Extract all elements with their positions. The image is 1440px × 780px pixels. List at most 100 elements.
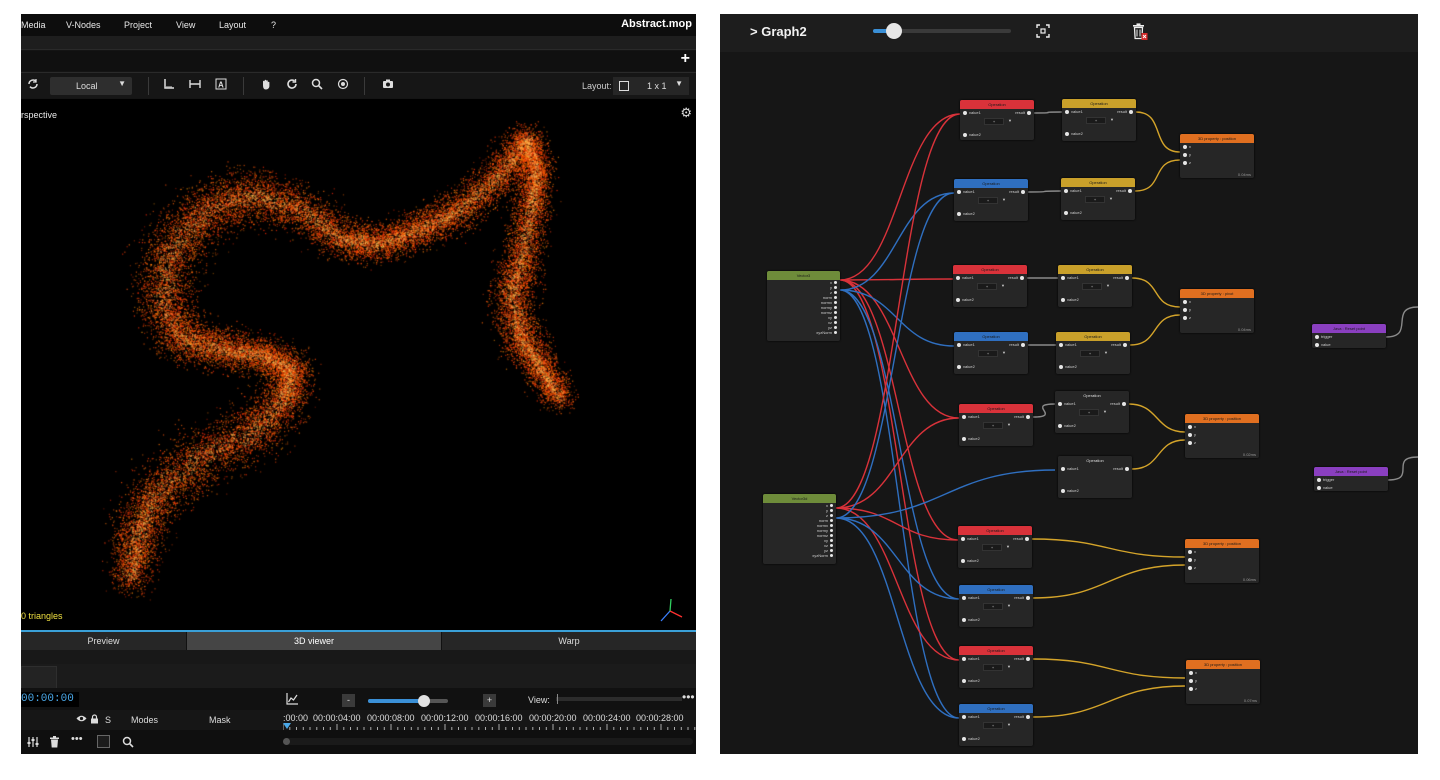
input-port[interactable] xyxy=(961,558,965,563)
input-port[interactable] xyxy=(962,436,966,441)
lock-icon[interactable] xyxy=(90,714,99,726)
input-port[interactable] xyxy=(834,296,837,300)
operator-select[interactable]: + xyxy=(983,664,1003,671)
operator-select[interactable]: + xyxy=(977,283,997,290)
input-port[interactable] xyxy=(1183,315,1187,320)
coordinate-mode-select[interactable]: Local ▼ xyxy=(50,77,132,95)
graph-node-n15[interactable]: Operation value1 result value2 xyxy=(1058,456,1132,498)
input-port[interactable] xyxy=(962,714,966,719)
graph-node-n16[interactable]: Vector3d x y z norm normx normy normz xy xz yz xyzN… xyxy=(763,494,836,564)
timeline-zoom-slider[interactable] xyxy=(368,695,448,707)
input-port[interactable] xyxy=(962,617,966,622)
input-port[interactable] xyxy=(962,414,966,419)
input-port[interactable] xyxy=(962,595,966,600)
input-port[interactable] xyxy=(830,549,833,553)
operator-select[interactable]: + xyxy=(1085,196,1105,203)
mixer-sliders-icon[interactable] xyxy=(27,735,39,753)
graph-node-n13[interactable]: Operation value1 result value2 + ▼ xyxy=(1055,391,1129,433)
input-port[interactable] xyxy=(1189,686,1193,691)
input-port[interactable] xyxy=(961,536,965,541)
input-port[interactable] xyxy=(956,297,960,302)
rotate-icon[interactable] xyxy=(284,78,300,94)
input-port[interactable] xyxy=(1183,307,1187,312)
graph-node-n19[interactable]: Operation value1 result value2 + ▼ xyxy=(959,585,1033,627)
input-port[interactable] xyxy=(830,509,833,513)
input-port[interactable] xyxy=(834,301,837,305)
zoom-slider-knob[interactable] xyxy=(418,695,430,707)
delete-icon[interactable] xyxy=(49,735,60,753)
input-port[interactable] xyxy=(834,326,837,330)
input-port[interactable] xyxy=(830,514,833,518)
input-port[interactable] xyxy=(1315,334,1319,339)
ruler-icon[interactable] xyxy=(161,78,177,94)
zoom-icon[interactable] xyxy=(309,78,325,94)
input-port[interactable] xyxy=(957,364,961,369)
menu-v-nodes[interactable]: V-Nodes xyxy=(66,20,101,30)
operator-select[interactable]: + xyxy=(982,544,1002,551)
operator-select[interactable]: + xyxy=(1086,117,1106,124)
input-port[interactable] xyxy=(1065,131,1069,136)
view-range-bar[interactable] xyxy=(556,694,682,704)
graph-node-n18[interactable]: 3D property : position x y z 0.06ms xyxy=(1185,539,1259,583)
input-port[interactable] xyxy=(834,286,837,290)
input-port[interactable] xyxy=(1188,440,1192,445)
add-tab-icon[interactable]: + xyxy=(681,50,690,68)
output-port[interactable]: result xyxy=(1116,187,1132,195)
focus-target-icon[interactable] xyxy=(335,78,351,94)
input-port[interactable] xyxy=(830,524,833,528)
graph-node-n11[interactable]: Operation value1 result value2 + ▼ xyxy=(1056,332,1130,374)
input-port[interactable] xyxy=(1059,342,1063,347)
input-port[interactable] xyxy=(1064,188,1068,193)
input-port[interactable] xyxy=(1183,152,1187,157)
input-port[interactable] xyxy=(957,342,961,347)
menu-layout[interactable]: Layout xyxy=(219,20,246,30)
input-port[interactable] xyxy=(834,291,837,295)
output-port[interactable]: result xyxy=(1014,413,1030,421)
output-port[interactable]: result xyxy=(1014,713,1030,721)
output-port[interactable]: result xyxy=(1110,400,1126,408)
3d-viewport[interactable]: rspective ⚙ 0 triangles xyxy=(21,99,696,630)
input-port[interactable] xyxy=(1061,488,1065,493)
graph-node-n9[interactable]: 3D property : pivot x y z 0.04ms xyxy=(1180,289,1254,333)
input-port[interactable] xyxy=(963,132,967,137)
input-port[interactable] xyxy=(1315,342,1319,347)
node-graph-canvas[interactable]: Operation value1 result value2 + ▼ Operation va… xyxy=(720,52,1418,754)
output-port[interactable]: result xyxy=(1009,188,1025,196)
graph-node-n22[interactable]: Operation value1 result value2 + ▼ xyxy=(959,704,1033,746)
graph-node-n14[interactable]: 3D property : position x y z 0.02ms xyxy=(1185,414,1259,458)
input-port[interactable] xyxy=(830,534,833,538)
graph-node-n7[interactable]: Operation value1 result value2 + ▼ xyxy=(953,265,1027,307)
input-port[interactable] xyxy=(830,544,833,548)
operator-select[interactable]: + xyxy=(983,722,1003,729)
search-icon[interactable] xyxy=(122,735,134,753)
input-port[interactable] xyxy=(1183,160,1187,165)
graph-node-n10[interactable]: Operation value1 result value2 + ▼ xyxy=(954,332,1028,374)
graph-zoom-knob[interactable] xyxy=(885,23,902,39)
tab-3d-viewer[interactable]: 3D viewer xyxy=(187,632,442,650)
tab-preview[interactable]: Preview xyxy=(21,632,187,650)
more-options-icon[interactable]: ••• xyxy=(71,733,83,745)
input-port[interactable] xyxy=(834,321,837,325)
timeline-scrollbar[interactable] xyxy=(283,738,693,745)
input-port[interactable] xyxy=(1188,565,1192,570)
output-port[interactable]: result xyxy=(1009,341,1025,349)
sync-icon[interactable] xyxy=(25,78,41,94)
input-port[interactable] xyxy=(834,331,837,335)
graph-node-n24[interactable]: Java : Reset point trigger value xyxy=(1314,467,1388,491)
input-port[interactable] xyxy=(834,311,837,315)
tab-warp[interactable]: Warp xyxy=(442,632,696,650)
graph-zoom-slider[interactable] xyxy=(873,23,1011,39)
input-port[interactable] xyxy=(962,736,966,741)
input-port[interactable] xyxy=(1188,432,1192,437)
graph-node-n21[interactable]: 3D property : position x y z 0.07ms xyxy=(1186,660,1260,704)
color-swatch[interactable] xyxy=(97,735,110,748)
input-port[interactable] xyxy=(1188,424,1192,429)
menu-media[interactable]: Media xyxy=(21,20,46,30)
delete-node-icon[interactable] xyxy=(1132,23,1148,40)
input-port[interactable] xyxy=(1183,144,1187,149)
input-port[interactable] xyxy=(957,211,961,216)
timecode-display[interactable]: 00:00:00 xyxy=(21,692,79,707)
input-port[interactable] xyxy=(1189,670,1193,675)
input-port[interactable] xyxy=(1059,364,1063,369)
input-port[interactable] xyxy=(1064,210,1068,215)
